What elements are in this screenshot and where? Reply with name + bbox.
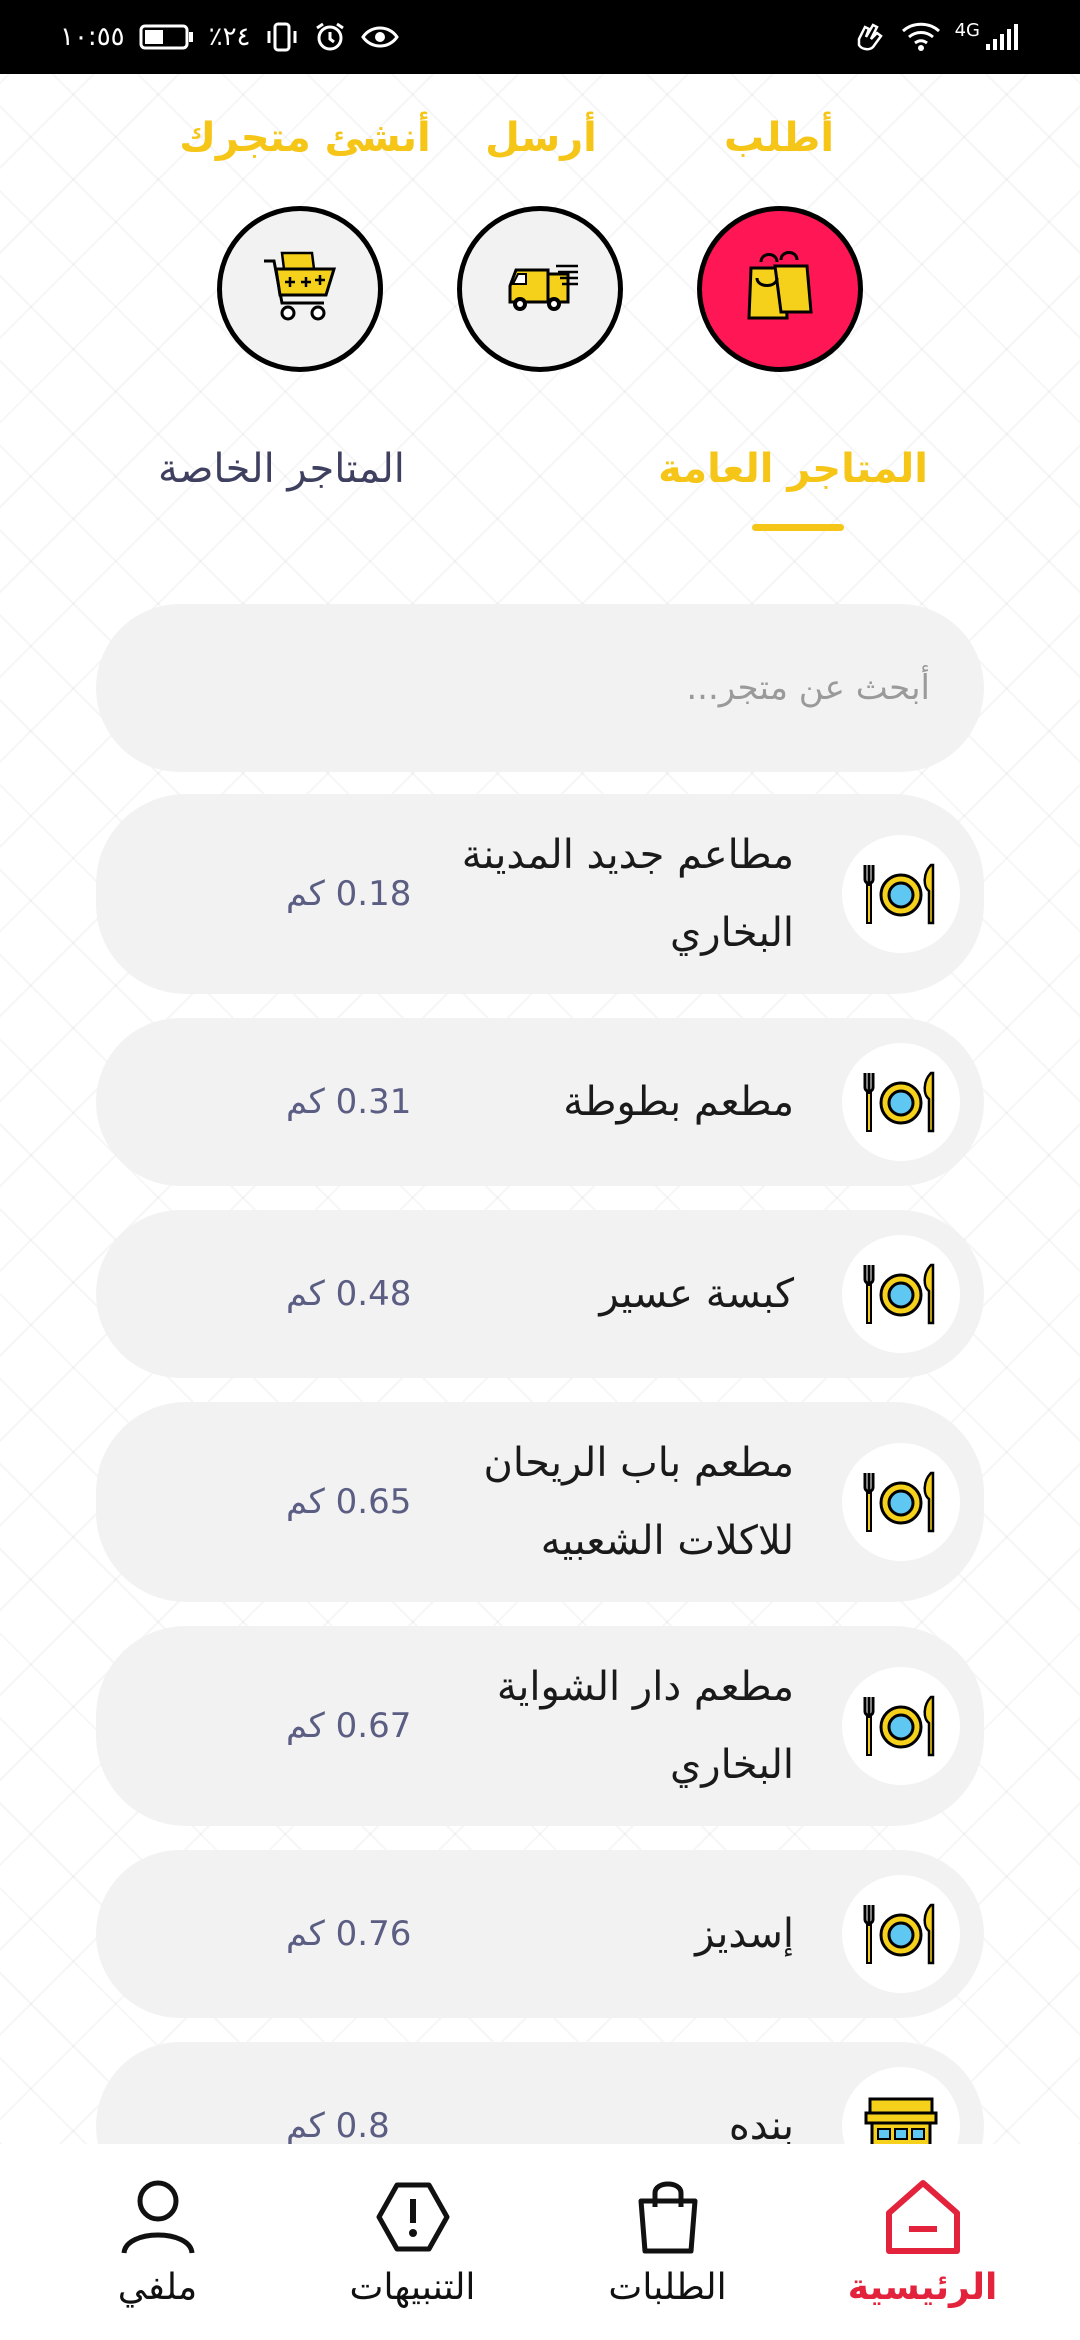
eye-icon (360, 22, 399, 52)
action-send-button[interactable] (457, 206, 623, 372)
plate-cutlery-icon (842, 1875, 960, 1993)
signal-icon (984, 22, 1020, 52)
store-distance: 0.8 كم (286, 2106, 390, 2146)
store-name: مطعم بطوطة (563, 1079, 794, 1125)
store-name: إسديز (695, 1911, 794, 1957)
store-distance: 0.31 كم (286, 1082, 412, 1122)
store-list-item[interactable]: مطاعم جديد المدينة البخاري 0.18 كم (96, 794, 984, 994)
action-order-label: أطلب (723, 115, 835, 161)
user-icon (118, 2177, 198, 2261)
battery-percent: ٪٢٤ (208, 22, 251, 52)
store-distance: 0.76 كم (286, 1914, 412, 1954)
status-right: 4G (851, 19, 1020, 55)
shopping-cart-icon (260, 249, 340, 329)
action-order[interactable]: أطلب (694, 108, 864, 168)
wave-hand-icon (851, 19, 887, 55)
nav-home[interactable]: الرئيسية (813, 2177, 1033, 2308)
store-distance: 0.48 كم (286, 1274, 412, 1314)
nav-orders[interactable]: الطلبات (558, 2177, 778, 2308)
nav-home-label: الرئيسية (847, 2266, 998, 2308)
shopping-bags-icon (741, 248, 819, 330)
bottom-navigation: الرئيسية الطلبات التنبيهات ملفي (0, 2144, 1080, 2340)
status-left: ١٠:٥٥ ٪٢٤ (60, 20, 399, 54)
active-tab-indicator (752, 524, 844, 531)
shopping-bag-icon (633, 2177, 703, 2261)
nav-alerts[interactable]: التنبيهات (303, 2177, 523, 2308)
alarm-icon (313, 20, 347, 54)
store-name: مطاعم جديد المدينة البخاري (461, 832, 794, 956)
nav-alerts-label: التنبيهات (349, 2266, 476, 2308)
tab-public-stores[interactable]: المتاجر العامة (658, 446, 928, 492)
nav-profile-label: ملفي (117, 2266, 198, 2308)
action-create-store-button[interactable] (217, 206, 383, 372)
action-send[interactable]: أرسل (456, 108, 626, 168)
wifi-icon (901, 21, 941, 53)
store-distance: 0.65 كم (286, 1482, 412, 1522)
delivery-truck-icon (500, 256, 580, 322)
vibrate-icon (265, 20, 299, 54)
battery-icon (139, 23, 195, 51)
store-name: كبسة عسير (599, 1271, 794, 1317)
status-time: ١٠:٥٥ (60, 22, 125, 52)
alert-icon (373, 2177, 453, 2261)
store-name: مطعم باب الريحان للاكلات الشعبيه (483, 1440, 794, 1564)
plate-cutlery-icon (842, 835, 960, 953)
action-order-button[interactable] (697, 206, 863, 372)
tab-private-stores[interactable]: المتاجر الخاصة (158, 446, 405, 492)
store-list-item[interactable]: إسديز 0.76 كم (96, 1850, 984, 2018)
plate-cutlery-icon (842, 1043, 960, 1161)
plate-cutlery-icon (842, 1235, 960, 1353)
network-type: 4G (954, 19, 980, 41)
action-send-label: أرسل (485, 115, 597, 161)
store-distance: 0.18 كم (286, 874, 412, 914)
action-create-store-label: أنشئ متجرك (179, 115, 431, 161)
nav-profile[interactable]: ملفي (48, 2177, 268, 2308)
store-list-item[interactable]: مطعم باب الريحان للاكلات الشعبيه 0.65 كم (96, 1402, 984, 1602)
store-name: مطعم دار الشواية البخاري (496, 1664, 794, 1788)
store-list-item[interactable]: مطعم دار الشواية البخاري 0.67 كم (96, 1626, 984, 1826)
action-create-store[interactable]: أنشئ متجرك (170, 108, 440, 168)
store-search-input[interactable]: أبحث عن متجر... (96, 604, 984, 772)
nav-orders-label: الطلبات (608, 2266, 727, 2308)
plate-cutlery-icon (842, 1443, 960, 1561)
store-distance: 0.67 كم (286, 1706, 412, 1746)
plate-cutlery-icon (842, 1667, 960, 1785)
home-icon (881, 2177, 965, 2261)
search-placeholder: أبحث عن متجر... (686, 668, 930, 708)
status-bar: ١٠:٥٥ ٪٢٤ 4G (0, 0, 1080, 74)
store-list-item[interactable]: مطعم بطوطة 0.31 كم (96, 1018, 984, 1186)
store-list-item[interactable]: كبسة عسير 0.48 كم (96, 1210, 984, 1378)
